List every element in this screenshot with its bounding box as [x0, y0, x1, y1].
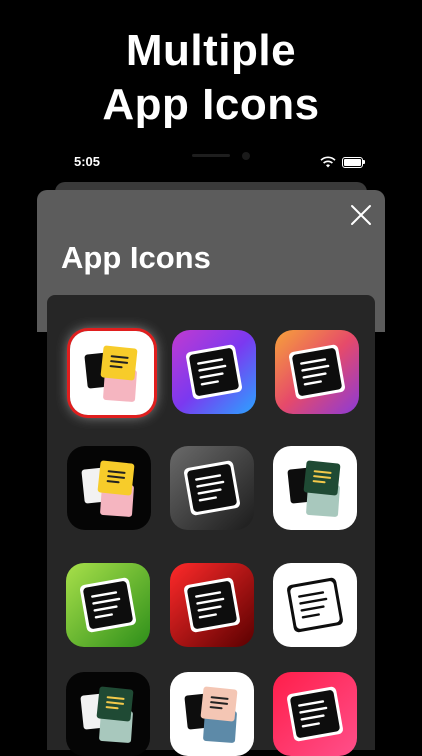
app-icon-option[interactable]: [170, 672, 254, 756]
sticky-notes-icon: [67, 446, 151, 530]
app-icon-option[interactable]: [273, 446, 357, 530]
close-button[interactable]: [348, 202, 374, 228]
note-icon: [273, 672, 357, 756]
sheet-title: App Icons: [61, 240, 211, 275]
speaker-notch: [192, 154, 230, 157]
sticky-notes-icon: [170, 672, 254, 756]
app-icon-option[interactable]: [170, 446, 254, 530]
note-icon: [275, 330, 359, 414]
close-icon: [351, 205, 371, 225]
status-time: 5:05: [74, 154, 101, 169]
app-icon-option[interactable]: [170, 563, 254, 647]
note-icon: [273, 563, 357, 647]
app-icon-option[interactable]: [273, 672, 357, 756]
app-icon-option[interactable]: [172, 330, 256, 414]
sticky-notes-icon: [273, 446, 357, 530]
note-icon: [66, 563, 150, 647]
note-icon: [172, 330, 256, 414]
app-icon-option[interactable]: [66, 563, 150, 647]
status-bar: 5:05: [0, 152, 422, 174]
sticky-notes-icon: [70, 331, 154, 415]
battery-icon: [342, 157, 363, 168]
app-icon-option[interactable]: [66, 672, 150, 756]
app-icon-option[interactable]: [275, 330, 359, 414]
app-icon-option[interactable]: [67, 446, 151, 530]
sticky-notes-icon: [66, 672, 150, 756]
wifi-icon: [320, 156, 336, 168]
promo-headline: Multiple App Icons: [0, 24, 422, 132]
headline-line-1: Multiple: [125, 26, 297, 75]
note-icon: [170, 446, 254, 530]
app-icon-option[interactable]: [273, 563, 357, 647]
app-icon-option-selected[interactable]: [70, 331, 154, 415]
headline-line-2: App Icons: [102, 80, 320, 129]
battery-tip: [363, 160, 365, 164]
note-icon: [170, 563, 254, 647]
camera-dot: [242, 152, 250, 160]
